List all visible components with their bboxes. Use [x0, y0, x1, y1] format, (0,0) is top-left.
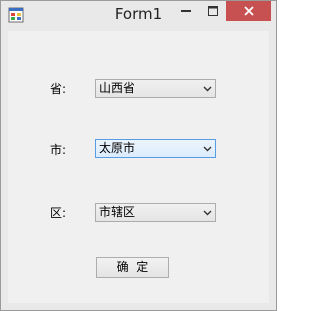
province-combobox[interactable]: 山西省: [95, 79, 216, 98]
district-label: 区:: [50, 206, 67, 220]
province-value: 山西省: [99, 81, 136, 95]
ok-button[interactable]: 确 定: [96, 257, 169, 278]
chevron-down-icon: [203, 86, 212, 92]
chevron-down-icon: [203, 210, 212, 216]
chevron-down-icon: [203, 146, 212, 152]
city-value: 太原市: [99, 141, 136, 155]
district-combobox[interactable]: 市辖区: [95, 203, 216, 222]
minimize-button[interactable]: [172, 0, 199, 21]
maximize-button[interactable]: [199, 0, 226, 21]
minimize-icon: [180, 9, 191, 12]
province-label: 省:: [50, 82, 67, 96]
maximize-icon: [207, 5, 218, 16]
form-client-area: 省: 山西省 市: 太原市 区: 市辖区 确 定: [8, 31, 269, 303]
title-bar[interactable]: Form1: [0, 0, 277, 30]
city-label: 市:: [50, 143, 67, 157]
form1-window: Form1 省: 山西省 市: 太原市 区: 市辖区 确 定: [0, 0, 277, 311]
district-value: 市辖区: [99, 205, 136, 219]
close-button[interactable]: [226, 0, 271, 21]
city-combobox[interactable]: 太原市: [95, 139, 216, 158]
close-icon: [243, 5, 254, 16]
